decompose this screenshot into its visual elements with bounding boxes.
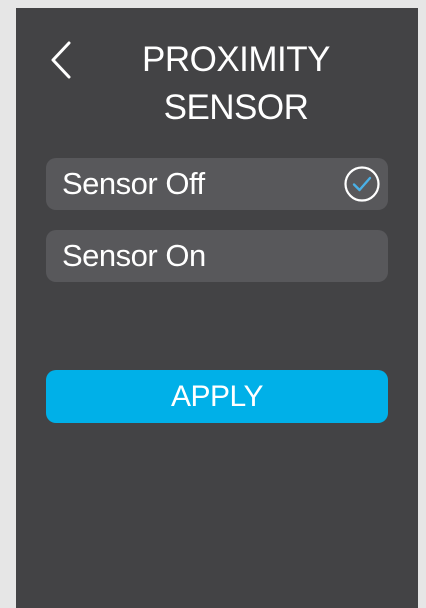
page-title-line-1: PROXIMITY xyxy=(141,40,331,79)
page-title-line-2: SENSOR xyxy=(163,88,309,127)
option-sensor-off[interactable]: Sensor Off xyxy=(46,158,388,210)
chevron-left-icon xyxy=(51,41,71,79)
option-label: Sensor Off xyxy=(62,166,205,201)
checkmark-circle-icon xyxy=(342,164,382,204)
option-label: Sensor On xyxy=(62,238,206,273)
back-button[interactable] xyxy=(46,38,76,82)
page-title: PROXIMITY SENSOR xyxy=(86,36,386,132)
option-sensor-on[interactable]: Sensor On xyxy=(46,230,388,282)
apply-button[interactable]: APPLY xyxy=(46,370,388,423)
sensor-settings-screen: PROXIMITY SENSOR Sensor Off Sensor On AP… xyxy=(16,8,418,608)
